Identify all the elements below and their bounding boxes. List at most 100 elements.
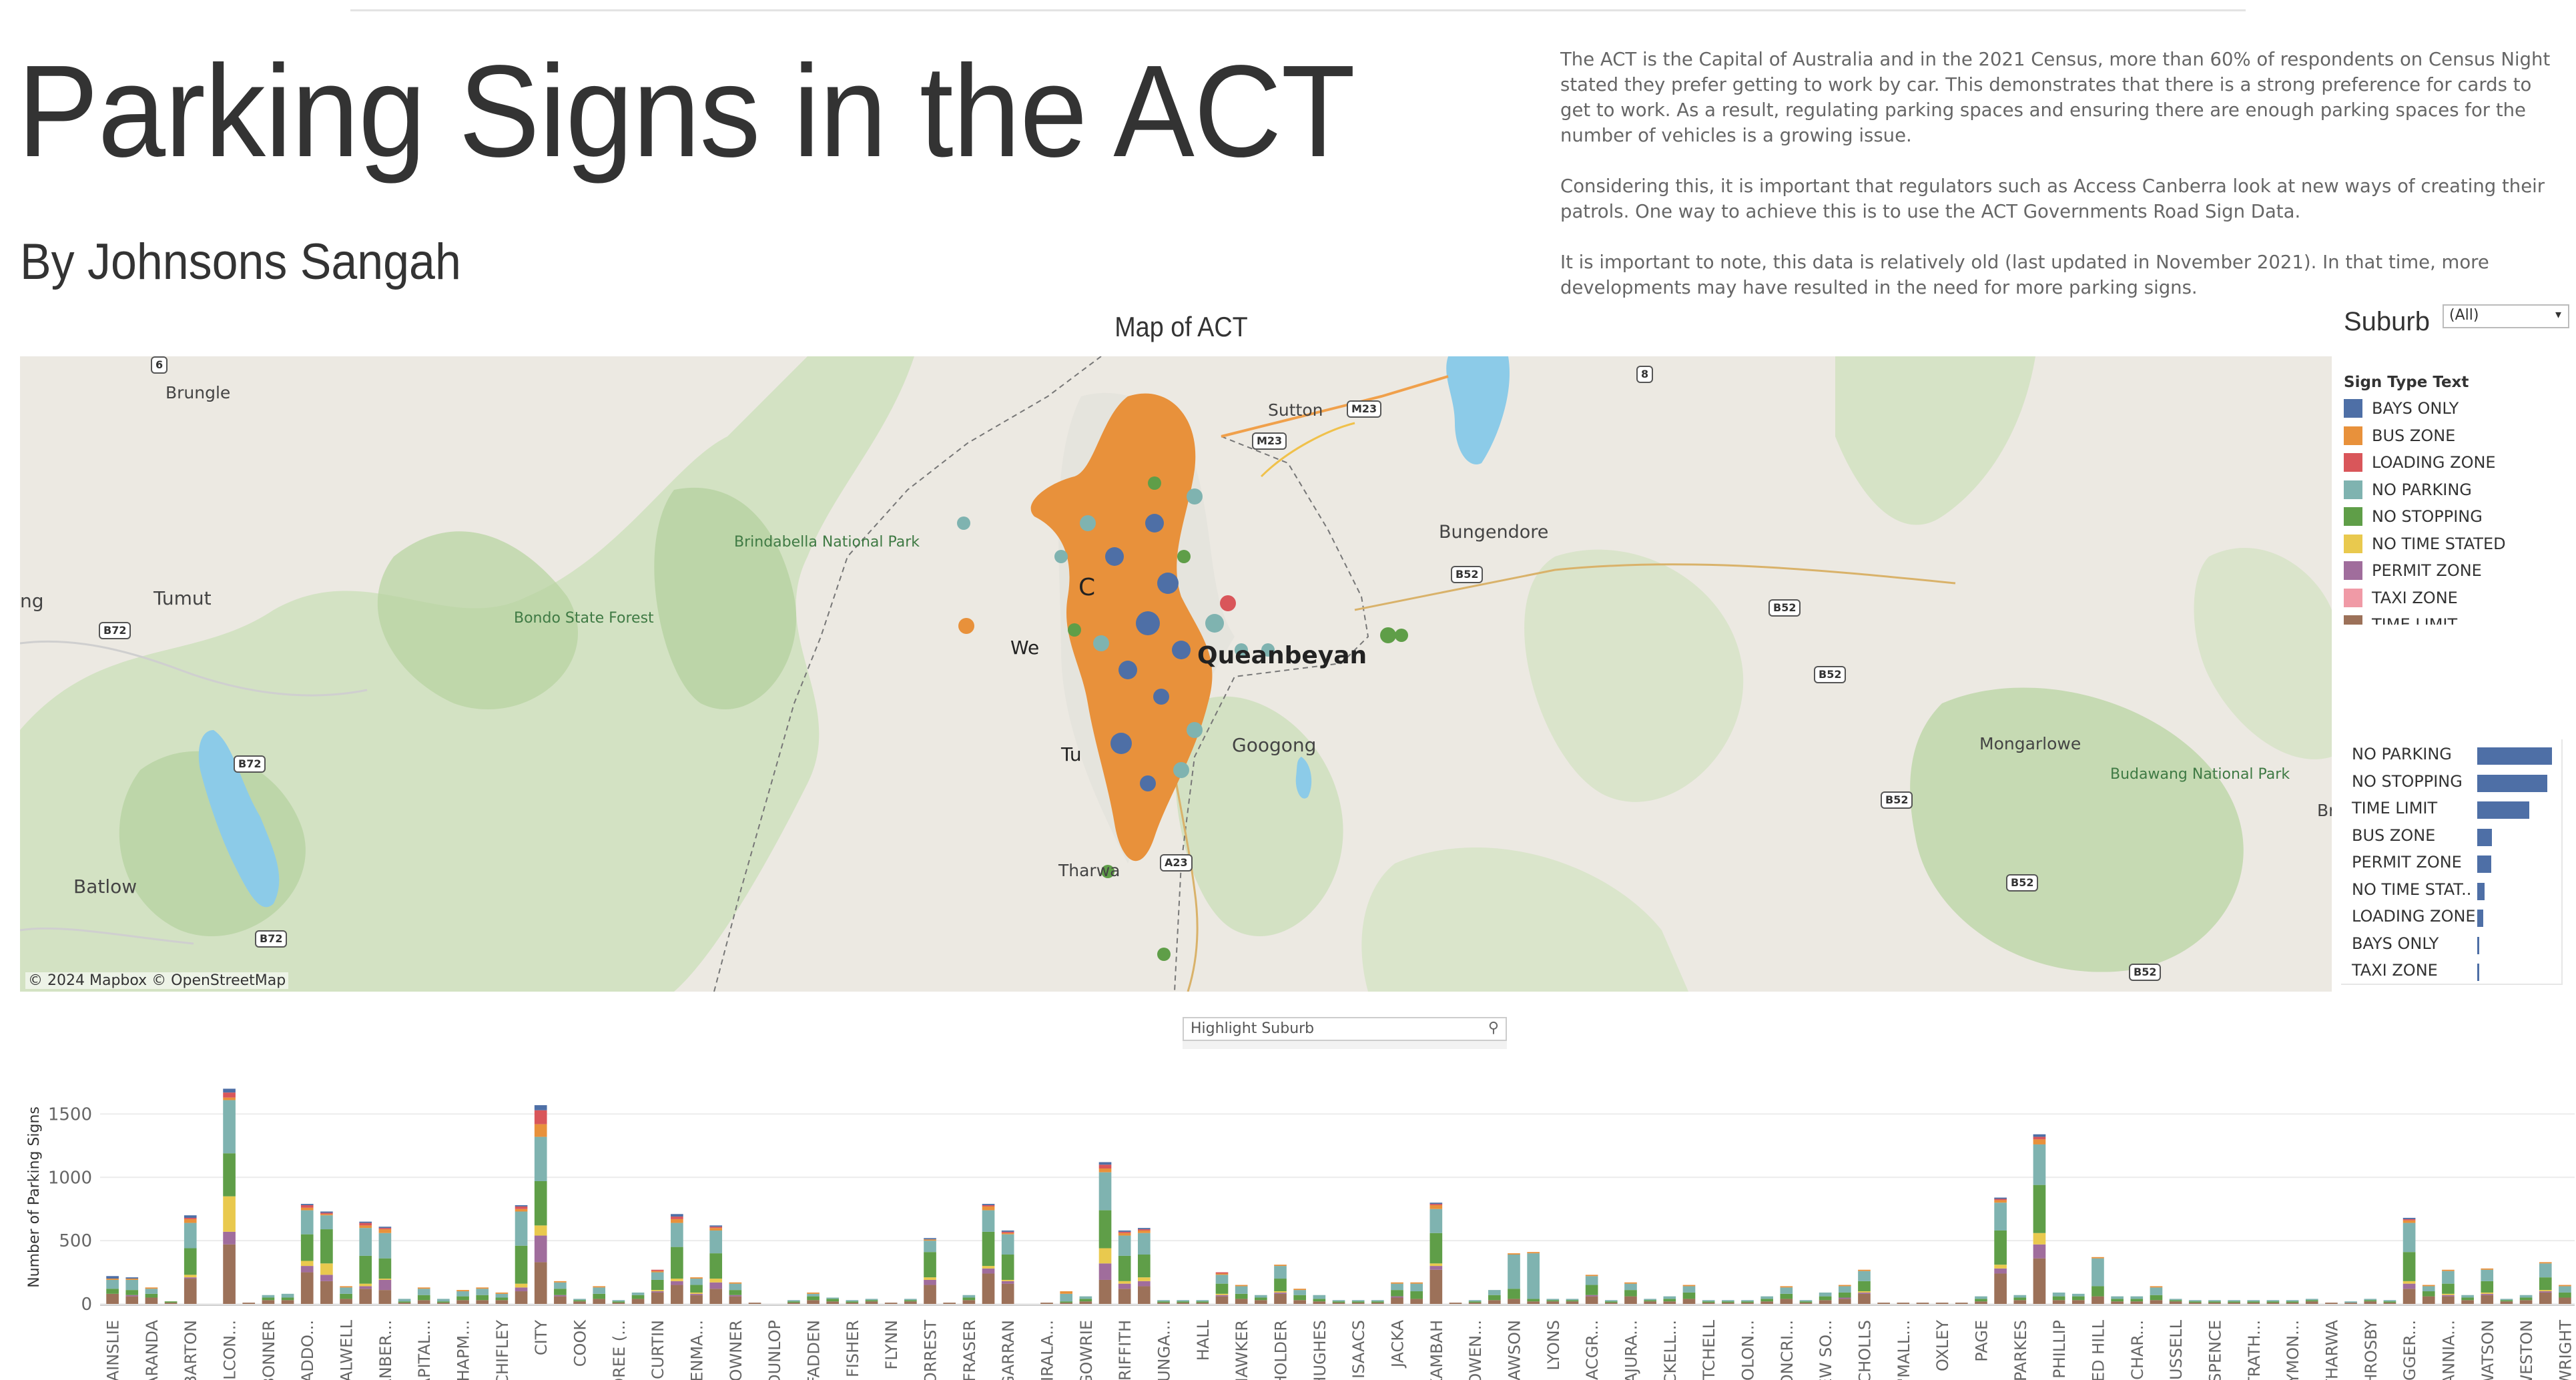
bar-segment[interactable] bbox=[2033, 1233, 2046, 1245]
bar-segment[interactable] bbox=[924, 1252, 936, 1278]
bar-segment[interactable] bbox=[2150, 1286, 2163, 1288]
bar-segment[interactable] bbox=[1741, 1303, 1754, 1304]
bar-segment[interactable] bbox=[651, 1290, 664, 1292]
bar-segment[interactable] bbox=[2402, 1281, 2416, 1284]
bar-segment[interactable] bbox=[593, 1299, 606, 1304]
bar-segment[interactable] bbox=[2266, 1301, 2280, 1303]
bar-segment[interactable] bbox=[1079, 1301, 1092, 1304]
bar-segment[interactable] bbox=[106, 1289, 119, 1294]
bar-segment[interactable] bbox=[2150, 1295, 2163, 1301]
bar-segment[interactable] bbox=[1118, 1233, 1131, 1236]
bar-segment[interactable] bbox=[2247, 1301, 2260, 1303]
bar-segment[interactable] bbox=[1177, 1300, 1190, 1302]
bar-segment[interactable] bbox=[1604, 1303, 1618, 1304]
bar-segment[interactable] bbox=[904, 1301, 917, 1304]
bar-segment[interactable] bbox=[1313, 1301, 1326, 1304]
ranking-row[interactable]: BUS ZONE bbox=[2341, 823, 2561, 851]
bar-segment[interactable] bbox=[515, 1209, 528, 1212]
bar-segment[interactable] bbox=[1527, 1253, 1540, 1299]
bar-segment[interactable] bbox=[1098, 1248, 1112, 1264]
bar-segment[interactable] bbox=[962, 1300, 976, 1304]
bar-segment[interactable] bbox=[1235, 1285, 1248, 1287]
bar-segment[interactable] bbox=[846, 1300, 859, 1302]
bar-segment[interactable] bbox=[2402, 1252, 2416, 1281]
bar-segment[interactable] bbox=[729, 1296, 742, 1304]
bar-segment[interactable] bbox=[651, 1291, 664, 1293]
bar-segment[interactable] bbox=[1371, 1303, 1384, 1304]
bar-segment[interactable] bbox=[2519, 1297, 2533, 1301]
bar-segment[interactable] bbox=[1508, 1289, 1520, 1299]
bar-segment[interactable] bbox=[2052, 1296, 2065, 1301]
bar-segment[interactable] bbox=[924, 1239, 936, 1241]
bar-segment[interactable] bbox=[729, 1290, 742, 1295]
bar-segment[interactable] bbox=[1994, 1265, 2007, 1269]
ranking-bar[interactable] bbox=[2477, 747, 2552, 765]
bar-segment[interactable] bbox=[1585, 1296, 1598, 1304]
bar-segment[interactable] bbox=[1838, 1285, 1851, 1287]
bar-segment[interactable] bbox=[281, 1300, 294, 1304]
bar-segment[interactable] bbox=[1429, 1263, 1443, 1267]
bar-segment[interactable] bbox=[1001, 1279, 1014, 1281]
bar-segment[interactable] bbox=[2052, 1292, 2065, 1297]
bar-segment[interactable] bbox=[709, 1279, 723, 1283]
bar-segment[interactable] bbox=[1410, 1291, 1423, 1299]
bar-segment[interactable] bbox=[2383, 1303, 2396, 1304]
bar-segment[interactable] bbox=[924, 1279, 936, 1285]
bar-segment[interactable] bbox=[2052, 1300, 2065, 1304]
bar-segment[interactable] bbox=[340, 1286, 352, 1288]
bar-segment[interactable] bbox=[807, 1293, 820, 1297]
bar-segment[interactable] bbox=[904, 1300, 917, 1302]
bar-segment[interactable] bbox=[1682, 1299, 1696, 1304]
bar-segment[interactable] bbox=[1624, 1296, 1637, 1304]
suburb-filter-dropdown[interactable]: (All) ▾ bbox=[2443, 304, 2569, 328]
bar-segment[interactable] bbox=[1955, 1303, 1968, 1304]
bar-segment[interactable] bbox=[437, 1303, 450, 1304]
ranking-bar[interactable] bbox=[2477, 828, 2493, 846]
bar-segment[interactable] bbox=[2383, 1301, 2396, 1303]
bar-segment[interactable] bbox=[924, 1285, 936, 1304]
bar-segment[interactable] bbox=[1255, 1295, 1267, 1298]
bar-segment[interactable] bbox=[262, 1300, 275, 1304]
bar-segment[interactable] bbox=[320, 1213, 333, 1215]
legend-item[interactable]: TIME LIMIT bbox=[2344, 611, 2564, 625]
bar-segment[interactable] bbox=[2500, 1301, 2513, 1304]
bar-segment[interactable] bbox=[1313, 1299, 1326, 1302]
bar-segment[interactable] bbox=[534, 1124, 547, 1137]
bar-segment[interactable] bbox=[1274, 1265, 1287, 1267]
bar-segment[interactable] bbox=[184, 1248, 197, 1275]
bar-segment[interactable] bbox=[865, 1300, 878, 1302]
bar-segment[interactable] bbox=[1994, 1200, 2007, 1203]
bar-segment[interactable] bbox=[1721, 1300, 1734, 1302]
ranking-row[interactable]: NO STOPPING bbox=[2341, 769, 2561, 797]
bar-segment[interactable] bbox=[2539, 1277, 2552, 1291]
bar-segment[interactable] bbox=[2266, 1303, 2280, 1304]
bar-segment[interactable] bbox=[2539, 1262, 2552, 1264]
bar-segment[interactable] bbox=[690, 1277, 703, 1279]
bar-segment[interactable] bbox=[125, 1295, 139, 1297]
bar-segment[interactable] bbox=[1624, 1290, 1637, 1297]
bar-segment[interactable] bbox=[476, 1289, 489, 1295]
bar-segment[interactable] bbox=[359, 1286, 372, 1289]
bar-segment[interactable] bbox=[807, 1292, 820, 1294]
bar-segment[interactable] bbox=[1157, 1301, 1170, 1303]
bar-segment[interactable] bbox=[651, 1269, 664, 1271]
bar-segment[interactable] bbox=[1177, 1301, 1190, 1303]
bar-segment[interactable] bbox=[456, 1300, 469, 1304]
bar-segment[interactable] bbox=[125, 1277, 139, 1279]
bar-segment[interactable] bbox=[982, 1266, 995, 1269]
bar-segment[interactable] bbox=[262, 1297, 275, 1301]
bar-segment[interactable] bbox=[593, 1293, 606, 1299]
ranking-row[interactable]: TIME LIMIT bbox=[2341, 796, 2561, 823]
bar-segment[interactable] bbox=[846, 1301, 859, 1303]
bar-segment[interactable] bbox=[1001, 1233, 1014, 1235]
bar-segment[interactable] bbox=[2559, 1292, 2571, 1298]
bar-segment[interactable] bbox=[690, 1292, 703, 1294]
legend-item[interactable]: NO TIME STATED bbox=[2344, 531, 2564, 558]
bar-segment[interactable] bbox=[612, 1301, 625, 1303]
bar-segment[interactable] bbox=[2247, 1303, 2260, 1304]
bar-segment[interactable] bbox=[1001, 1255, 1014, 1280]
bar-segment[interactable] bbox=[534, 1110, 547, 1124]
bar-segment[interactable] bbox=[1060, 1293, 1073, 1302]
bar-segment[interactable] bbox=[2500, 1300, 2513, 1302]
bar-segment[interactable] bbox=[1138, 1233, 1151, 1255]
